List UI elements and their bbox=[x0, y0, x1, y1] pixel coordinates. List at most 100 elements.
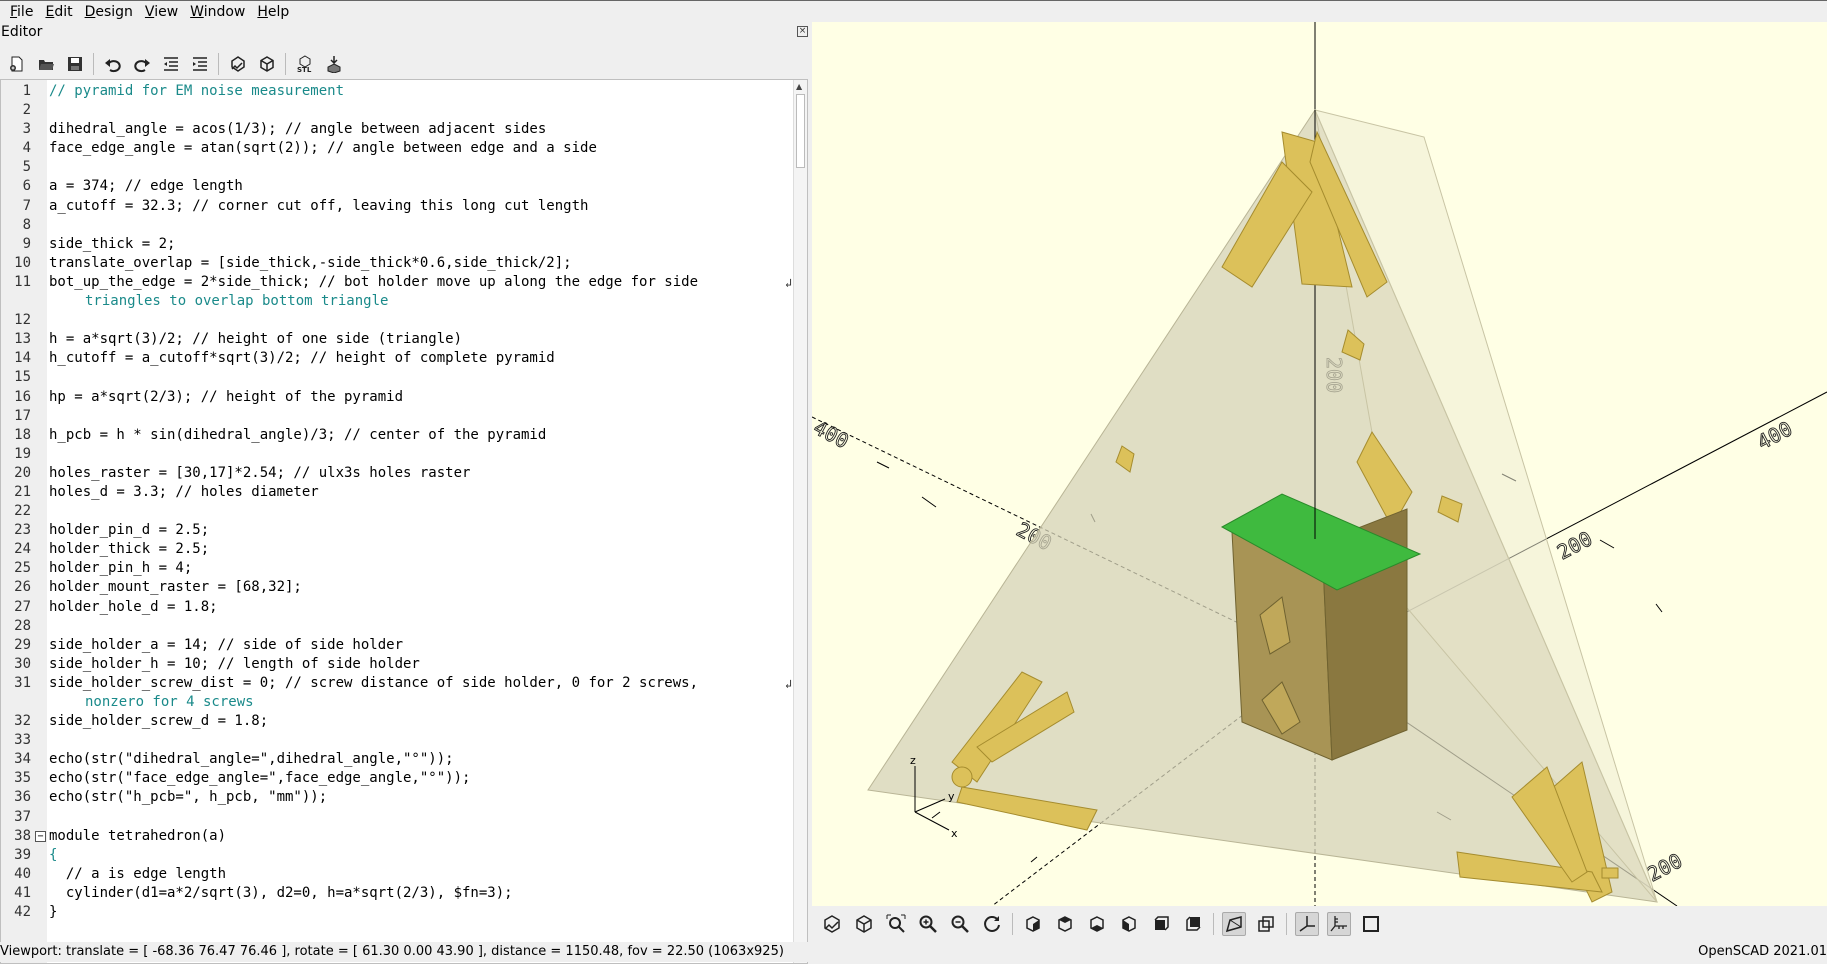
code-text: h_cutoff = a_cutoff*sqrt(3)/2; // height… bbox=[49, 350, 555, 367]
view-all-icon[interactable] bbox=[884, 912, 908, 936]
editor-panel: Editor × STL 1 // pyramid for EM noise me… bbox=[0, 22, 812, 964]
code-line: 42} bbox=[1, 903, 791, 922]
toolbar-divider bbox=[218, 53, 219, 75]
line-number: 30 bbox=[14, 655, 31, 672]
editor-scrollbar[interactable]: ▲ ▼ bbox=[793, 80, 807, 963]
menu-window[interactable]: Window bbox=[184, 2, 251, 22]
corner-holder-pin bbox=[951, 766, 973, 788]
render-icon[interactable] bbox=[852, 912, 876, 936]
undo-icon[interactable] bbox=[102, 53, 124, 75]
zoom-in-icon[interactable] bbox=[916, 912, 940, 936]
preview-icon[interactable] bbox=[227, 53, 249, 75]
menu-file[interactable]: File bbox=[4, 2, 39, 22]
code-text: side_thick = 2; bbox=[49, 235, 176, 252]
3d-scene: 400 200 200 200 400 200 bbox=[812, 22, 1827, 906]
menu-help[interactable]: Help bbox=[251, 2, 295, 22]
code-text: holder_pin_h = 4; bbox=[49, 560, 193, 577]
code-text: echo(str("h_pcb=", h_pcb, "mm")); bbox=[49, 789, 328, 806]
scrollbar-thumb[interactable] bbox=[796, 94, 805, 168]
unindent-icon[interactable] bbox=[160, 53, 182, 75]
toolbar-divider bbox=[1012, 913, 1013, 935]
fold-collapse-icon[interactable]: − bbox=[35, 830, 46, 842]
line-number: 17 bbox=[14, 407, 31, 424]
axis-scale-label: 400 bbox=[1753, 416, 1796, 454]
line-number: 24 bbox=[14, 541, 31, 558]
menu-design[interactable]: Design bbox=[79, 2, 139, 22]
render-icon[interactable] bbox=[256, 53, 278, 75]
code-text: cylinder(d1=a*2/sqrt(3), d2=0, h=a*sqrt(… bbox=[49, 884, 513, 901]
code-text: holes_raster = [30,17]*2.54; // ulx3s ho… bbox=[49, 464, 471, 481]
code-text: // a is edge length bbox=[49, 865, 227, 882]
export-stl-icon[interactable]: STL bbox=[294, 53, 316, 75]
code-text: face_edge_angle = atan(sqrt(2)); // angl… bbox=[49, 140, 597, 157]
code-line: 35 echo(str("face_edge_angle=",face_edge_… bbox=[1, 769, 791, 788]
line-number: 41 bbox=[14, 884, 31, 901]
code-text: side_holder_screw_d = 1.8; bbox=[49, 713, 269, 730]
code-line: 11 bot_up_the_edge = 2*side_thick; // bot… bbox=[1, 273, 792, 292]
code-line: 37 bbox=[1, 808, 791, 827]
code-text: holder_pin_d = 2.5; bbox=[49, 522, 210, 539]
line-number: 36 bbox=[14, 789, 31, 806]
menu-view[interactable]: View bbox=[139, 2, 184, 22]
code-line: 9 side_thick = 2; bbox=[1, 235, 791, 254]
code-line: 40 // a is edge length bbox=[1, 865, 791, 884]
view-back-icon[interactable] bbox=[1181, 912, 1205, 936]
code-line: 33 bbox=[1, 731, 791, 750]
perspective-icon[interactable] bbox=[1222, 912, 1246, 936]
menu-edit[interactable]: Edit bbox=[39, 2, 78, 22]
scroll-up-icon[interactable]: ▲ bbox=[796, 82, 802, 91]
line-number: 26 bbox=[14, 579, 31, 596]
code-text: h = a*sqrt(3)/2; // height of one side (… bbox=[49, 331, 463, 348]
3d-viewport[interactable]: 400 200 200 200 400 200 bbox=[812, 22, 1827, 906]
code-line: 6 a = 374; // edge length bbox=[1, 177, 791, 196]
zoom-out-icon[interactable] bbox=[948, 912, 972, 936]
line-number: 28 bbox=[14, 617, 31, 634]
code-text: triangles to overlap bottom triangle bbox=[85, 293, 389, 310]
code-line: 41 cylinder(d1=a*2/sqrt(3), d2=0, h=a*sq… bbox=[1, 884, 791, 903]
code-text: translate_overlap = [side_thick,-side_th… bbox=[49, 254, 572, 271]
send-to-print-icon[interactable] bbox=[323, 53, 345, 75]
axis-scale-label: 400 bbox=[812, 415, 853, 453]
code-line: 28 bbox=[1, 617, 791, 636]
preview-icon[interactable] bbox=[820, 912, 844, 936]
gizmo-x-label: x bbox=[951, 827, 958, 840]
orthogonal-icon[interactable] bbox=[1254, 912, 1278, 936]
new-icon[interactable] bbox=[6, 53, 28, 75]
redo-icon[interactable] bbox=[131, 53, 153, 75]
line-number: 1 bbox=[22, 83, 31, 99]
code-line: 8 bbox=[1, 216, 791, 235]
code-line: 16 hp = a*sqrt(2/3); // height of the pyr… bbox=[1, 388, 791, 407]
view-right-icon[interactable] bbox=[1021, 912, 1045, 936]
close-icon[interactable]: × bbox=[797, 26, 808, 37]
line-number: 37 bbox=[14, 808, 31, 825]
view-bottom-icon[interactable] bbox=[1085, 912, 1109, 936]
code-text: echo(str("face_edge_angle=",face_edge_an… bbox=[49, 770, 471, 787]
code-text: side_holder_h = 10; // length of side ho… bbox=[49, 655, 420, 672]
save-icon[interactable] bbox=[64, 53, 86, 75]
reset-view-icon[interactable] bbox=[980, 912, 1004, 936]
line-number: 31 bbox=[14, 674, 31, 691]
line-number: 14 bbox=[14, 350, 31, 367]
view-top-icon[interactable] bbox=[1053, 912, 1077, 936]
view-left-icon[interactable] bbox=[1117, 912, 1141, 936]
show-axes-icon[interactable] bbox=[1295, 912, 1319, 936]
line-number: 15 bbox=[14, 369, 31, 386]
view-front-icon[interactable] bbox=[1149, 912, 1173, 936]
show-scale-markers-icon[interactable] bbox=[1327, 912, 1351, 936]
indent-icon[interactable] bbox=[189, 53, 211, 75]
open-icon[interactable] bbox=[35, 53, 57, 75]
line-number: 6 bbox=[22, 178, 31, 195]
show-edges-icon[interactable] bbox=[1359, 912, 1383, 936]
line-number: 12 bbox=[14, 312, 31, 329]
code-line: 31 side_holder_screw_dist = 0; // screw d… bbox=[1, 674, 792, 693]
code-line: 10 translate_overlap = [side_thick,-side_… bbox=[1, 254, 791, 273]
svg-text:STL: STL bbox=[297, 66, 312, 73]
code-line: 32 side_holder_screw_d = 1.8; bbox=[1, 712, 791, 731]
code-line: 12 bbox=[1, 311, 791, 330]
code-text: hp = a*sqrt(2/3); // height of the pyram… bbox=[49, 388, 404, 405]
code-editor[interactable]: 1 // pyramid for EM noise measurement 2 3… bbox=[0, 79, 808, 964]
line-number: 20 bbox=[14, 464, 31, 481]
line-number: 34 bbox=[14, 751, 31, 768]
code-text: nonzero for 4 screws bbox=[85, 694, 254, 710]
editor-toolbar: STL bbox=[6, 46, 352, 82]
